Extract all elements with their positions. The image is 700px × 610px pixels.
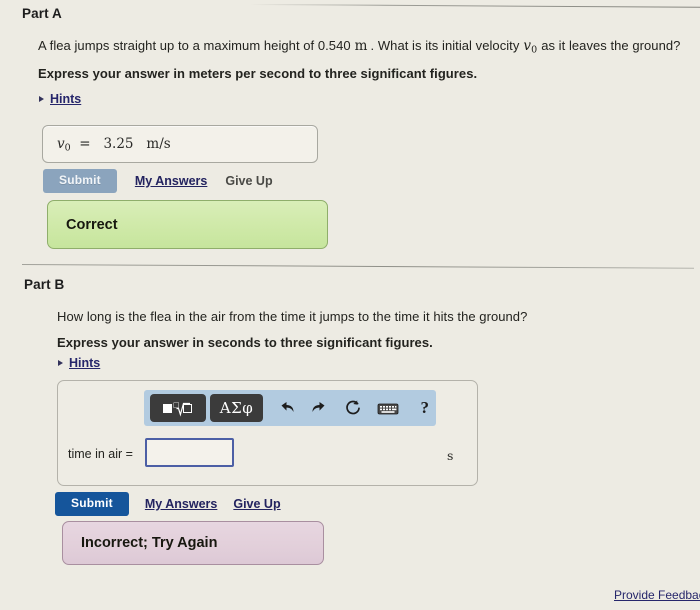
disclosure-triangle-icon <box>58 360 63 366</box>
part-a-my-answers-link[interactable]: My Answers <box>135 174 207 188</box>
part-a-question: A flea jumps straight up to a maximum he… <box>38 38 680 56</box>
part-a-hints-toggle[interactable]: Hints <box>39 92 81 106</box>
provide-feedback-link[interactable]: Provide Feedback <box>614 588 700 602</box>
part-a-answer-value: v0 = 3.25 m/s <box>57 136 171 154</box>
part-b-my-answers-link[interactable]: My Answers <box>145 497 217 511</box>
divider-top <box>249 4 700 8</box>
redo-icon[interactable] <box>308 394 331 422</box>
part-a-question-unit: m <box>354 38 368 54</box>
part-b-input-label: time in air = <box>68 447 133 461</box>
part-a-hints-label[interactable]: Hints <box>50 92 81 106</box>
part-a-question-suffix: as it leaves the ground? <box>541 38 681 53</box>
filled-square-icon <box>163 403 173 413</box>
undo-icon[interactable] <box>275 394 298 422</box>
part-a-question-prefix: A flea jumps straight up to a maximum he… <box>38 38 351 53</box>
part-b-hints-toggle[interactable]: Hints <box>58 356 100 370</box>
divider-between-parts <box>21 264 694 269</box>
part-a-action-row: Submit My Answers Give Up <box>43 169 273 193</box>
reset-icon[interactable] <box>342 394 365 422</box>
part-b-question: How long is the flea in the air from the… <box>57 309 528 324</box>
part-a-submit-button[interactable]: Submit <box>43 169 117 193</box>
part-b-give-up-link[interactable]: Give Up <box>233 497 280 511</box>
part-b-action-row: Submit My Answers Give Up <box>55 492 281 516</box>
part-a-answer-box: v0 = 3.25 m/s <box>42 125 318 163</box>
part-a-velocity-symbol: v <box>523 38 532 54</box>
part-a-velocity-subscript: 0 <box>531 44 538 56</box>
keyboard-icon[interactable] <box>377 394 400 422</box>
empty-square-icon <box>183 403 193 413</box>
greek-letters-button[interactable]: ΑΣφ <box>209 394 264 422</box>
time-in-air-input[interactable] <box>145 438 234 467</box>
part-a-feedback-correct: Correct <box>47 200 328 249</box>
part-a-title: Part A <box>22 6 62 21</box>
part-b-answer-panel: □ ΑΣφ ? time in air = s <box>57 380 478 486</box>
math-template-button[interactable]: □ <box>150 394 206 422</box>
radical-icon: □ <box>163 400 193 417</box>
disclosure-triangle-icon <box>39 96 44 102</box>
help-icon[interactable]: ? <box>413 394 436 422</box>
part-b-hints-label[interactable]: Hints <box>69 356 100 370</box>
part-a-instruction: Express your answer in meters per second… <box>38 66 478 81</box>
svg-text:□: □ <box>173 401 180 409</box>
part-b-unit-label: s <box>447 448 454 463</box>
part-a-give-up-link[interactable]: Give Up <box>225 174 272 188</box>
part-b-title: Part B <box>24 277 65 292</box>
part-b-submit-button[interactable]: Submit <box>55 492 129 516</box>
part-b-feedback-incorrect: Incorrect; Try Again <box>62 521 324 565</box>
part-a-question-middle: . What is its initial velocity <box>370 38 520 53</box>
page-background-texture <box>0 0 700 610</box>
part-b-instruction: Express your answer in seconds to three … <box>57 335 433 350</box>
math-toolbar: □ ΑΣφ ? <box>144 390 436 426</box>
